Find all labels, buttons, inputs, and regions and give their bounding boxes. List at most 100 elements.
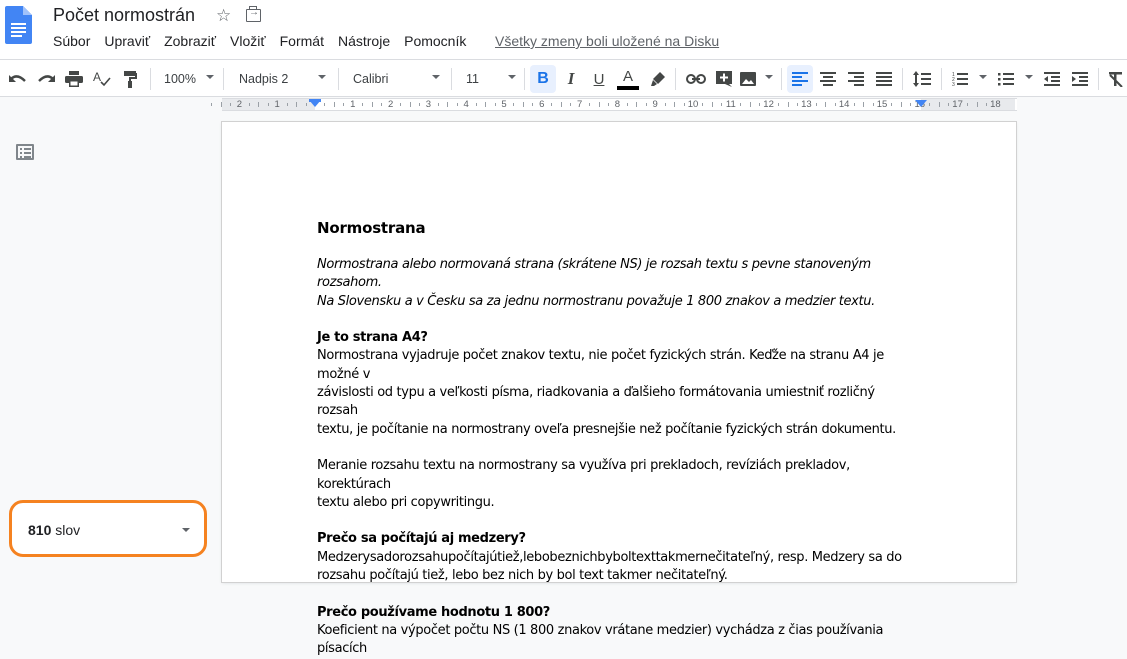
ruler-tick <box>447 102 449 107</box>
font-value: Calibri <box>353 72 389 86</box>
ruler-label: 12 <box>763 99 774 110</box>
bulleted-list-icon <box>998 73 1014 86</box>
ruler-tick <box>721 103 723 106</box>
horizontal-ruler[interactable]: 2 1 1 2 3 4 5 6 7 8 9 10 11 12 13 14 15 16 17 18 <box>0 97 1127 111</box>
ruler-tick <box>938 102 940 107</box>
align-right-button[interactable] <box>843 65 869 93</box>
clear-formatting-button[interactable] <box>1104 65 1127 93</box>
title-bar: Počet normostrán ☆ Súbor Upraviť Zobrazi… <box>0 0 1127 60</box>
align-left-button[interactable] <box>787 65 813 93</box>
word-count-value: 810 <box>28 522 52 538</box>
justify-button[interactable] <box>871 65 897 93</box>
paragraph-style-dropdown[interactable]: Nadpis 2 <box>232 65 332 93</box>
ruler-tick <box>948 103 950 106</box>
ruler-label: 8 <box>614 99 621 110</box>
align-left-icon <box>792 72 808 86</box>
text-color-swatch <box>617 85 639 90</box>
word-count-label: 810 slov <box>28 522 80 538</box>
word-count-caret-icon[interactable] <box>182 528 190 532</box>
menu-help[interactable]: Pomocník <box>404 33 466 49</box>
menu-view[interactable]: Zobraziť <box>164 33 216 49</box>
numbered-list-caret-icon[interactable] <box>979 75 987 79</box>
save-status-link[interactable]: Všetky zmeny boli uložené na Disku <box>495 33 719 49</box>
line-spacing-button[interactable] <box>909 65 935 93</box>
align-center-button[interactable] <box>815 65 841 93</box>
move-to-folder-icon[interactable] <box>246 6 261 22</box>
font-dropdown[interactable]: Calibri <box>346 65 446 93</box>
document-title[interactable]: Počet normostrán <box>53 5 195 26</box>
ruler-tick <box>598 102 600 107</box>
insert-link-button[interactable] <box>683 65 709 93</box>
redo-icon[interactable] <box>34 65 58 93</box>
print-icon[interactable] <box>62 65 86 93</box>
ruler-tick <box>900 102 902 107</box>
paragraph-line: závislosti od typu a veľkosti písma, ria… <box>317 385 875 419</box>
text-color-button[interactable]: A <box>614 65 642 93</box>
menu-edit[interactable]: Upraviť <box>104 33 150 49</box>
font-size-dropdown[interactable]: 11 <box>458 65 518 93</box>
ruler-track[interactable]: 2 1 1 2 3 4 5 6 7 8 9 10 11 12 13 14 15 16 17 18 <box>211 98 1017 111</box>
paragraph-line: Normostrana vyjadruje počet znakov textu… <box>317 348 884 382</box>
decrease-indent-button[interactable] <box>1039 65 1065 93</box>
ruler-tick <box>702 103 704 106</box>
ruler-tick <box>626 103 628 106</box>
insert-image-button[interactable] <box>740 65 776 93</box>
numbered-list-icon: 123 <box>952 72 968 86</box>
ruler-tick <box>711 102 713 107</box>
paragraph-line: Medzerysadorozsahupočítajútiež,lebobezni… <box>317 549 902 565</box>
svg-text:3: 3 <box>952 82 955 86</box>
word-count-dropdown[interactable]: 810 slov <box>9 500 207 557</box>
image-icon <box>740 72 756 86</box>
right-indent-marker[interactable] <box>915 100 927 107</box>
ruler-label: 9 <box>652 99 658 110</box>
add-comment-icon <box>716 71 732 87</box>
bold-button[interactable]: B <box>530 65 556 93</box>
add-comment-button[interactable] <box>711 65 737 93</box>
zoom-dropdown[interactable]: 100% <box>160 65 220 93</box>
italic-button[interactable]: I <box>558 65 584 93</box>
ruler-label: 4 <box>463 99 469 110</box>
zoom-value: 100% <box>164 72 196 86</box>
google-docs-logo[interactable] <box>5 6 32 44</box>
ruler-tick <box>258 102 260 107</box>
ruler-tick <box>456 103 458 106</box>
menu-tools[interactable]: Nástroje <box>338 33 390 49</box>
menu-file[interactable]: Súbor <box>53 33 90 49</box>
ruler-tick <box>985 103 987 106</box>
highlight-color-button[interactable] <box>646 65 670 93</box>
paragraph-line: Meranie rozsahu textu na normostrany sa … <box>317 458 850 492</box>
ruler-label: 14 <box>838 99 850 110</box>
document-outline-icon[interactable] <box>16 144 34 160</box>
menu-format[interactable]: Formát <box>280 33 324 49</box>
first-line-indent-marker[interactable] <box>309 99 321 102</box>
ruler-tick <box>891 103 893 106</box>
star-icon[interactable]: ☆ <box>216 6 231 26</box>
paint-format-icon[interactable] <box>118 65 142 93</box>
underline-icon: U <box>593 70 605 88</box>
section-title: Prečo sa počítajú aj medzery? <box>317 531 526 547</box>
font-size-caret-icon <box>508 75 516 79</box>
ruler-tick <box>229 103 231 106</box>
ruler-tick <box>853 103 855 106</box>
ruler-tick <box>796 103 798 106</box>
ruler-tick <box>740 103 742 106</box>
section-title: Prečo používame hodnotu 1 800? <box>317 604 550 620</box>
numbered-list-button[interactable]: 123 <box>947 65 973 93</box>
increase-indent-button[interactable] <box>1067 65 1093 93</box>
menu-insert[interactable]: Vložiť <box>230 33 266 49</box>
ruler-label: 10 <box>687 99 699 110</box>
document-page[interactable]: Normostrana Normostrana alebo normovaná … <box>222 122 1016 656</box>
ruler-tick <box>296 102 298 107</box>
undo-icon[interactable] <box>6 65 30 93</box>
link-icon <box>686 74 706 84</box>
ruler-tick <box>976 102 978 107</box>
underline-button[interactable]: U <box>586 65 612 93</box>
ruler-tick <box>825 102 827 107</box>
ruler-tick <box>267 103 269 106</box>
spellcheck-icon[interactable]: A <box>90 65 114 93</box>
bulleted-list-button[interactable] <box>993 65 1019 93</box>
ruler-tick <box>343 103 345 106</box>
toolbar: A 100% Nadpis 2 Calibri 11 B I U A 1 2 3 <box>0 60 1127 97</box>
bulleted-list-caret-icon[interactable] <box>1025 75 1033 79</box>
document-body[interactable]: Normostrana Normostrana alebo normovaná … <box>317 218 917 659</box>
